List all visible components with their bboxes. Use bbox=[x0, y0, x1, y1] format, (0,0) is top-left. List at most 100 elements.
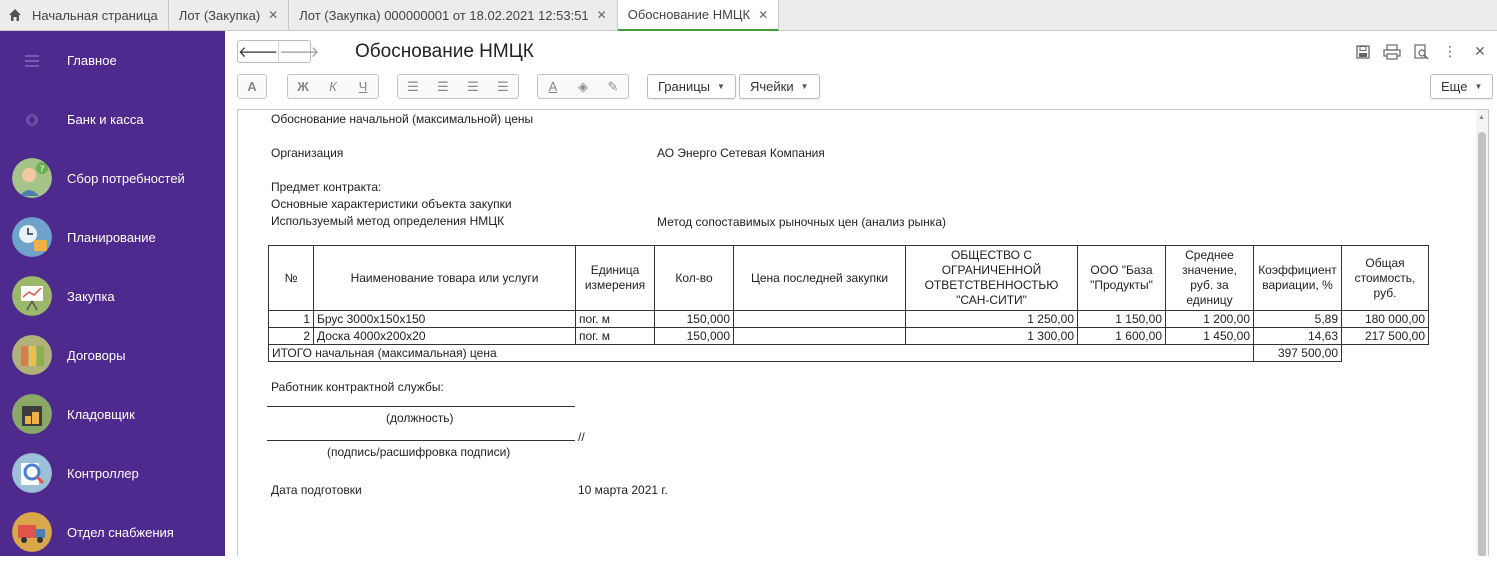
table-cell: 217 500,00 bbox=[1341, 327, 1429, 345]
align-justify-icon[interactable]: ☰ bbox=[488, 75, 518, 98]
org-value: АО Энерго Сетевая Компания bbox=[657, 146, 825, 160]
underline-button[interactable]: Ч bbox=[348, 75, 378, 98]
close-icon[interactable]: ✕ bbox=[597, 8, 607, 22]
column-header: ООО "База "Продукты" bbox=[1077, 245, 1166, 311]
more-label: Еще bbox=[1441, 79, 1468, 94]
italic-button[interactable]: К bbox=[318, 75, 348, 98]
more-vertical-icon[interactable]: ⋮ bbox=[1441, 43, 1459, 60]
chevron-down-icon: ▼ bbox=[1474, 82, 1483, 91]
table-cell: пог. м bbox=[575, 327, 655, 345]
format-toolbar: A Ж К Ч ☰ ☰ ☰ ☰ A ◈ ✎ Границы ▼ Ячейки ▼… bbox=[237, 74, 1494, 99]
vertical-scrollbar[interactable]: ▲ bbox=[1476, 110, 1488, 556]
tab-label: Лот (Закупка) 000000001 от 18.02.2021 12… bbox=[299, 7, 589, 23]
tab-home[interactable]: Начальная страница bbox=[0, 0, 169, 30]
chevron-down-icon: ▼ bbox=[800, 82, 809, 91]
borders-button[interactable]: Границы ▼ bbox=[647, 74, 736, 99]
calendar-clock-icon bbox=[12, 217, 52, 257]
sidebar-item-contracts[interactable]: Договоры bbox=[0, 326, 225, 385]
align-left-icon[interactable]: ☰ bbox=[398, 75, 428, 98]
total-value: 397 500,00 bbox=[1253, 344, 1342, 362]
sidebar-item-label: Сбор потребностей bbox=[67, 171, 185, 186]
highlight-pen-icon[interactable]: ✎ bbox=[598, 75, 628, 98]
sidebar-item-label: Главное bbox=[67, 53, 117, 68]
column-header: Цена последней закупки bbox=[733, 245, 906, 311]
history-nav: 🡐 🡒 bbox=[237, 40, 319, 63]
table-cell bbox=[733, 327, 906, 345]
sidebar-item-needs[interactable]: ? Сбор потребностей bbox=[0, 149, 225, 208]
back-arrow-icon[interactable]: 🡐 bbox=[238, 41, 278, 62]
date-value: 10 марта 2021 г. bbox=[578, 483, 668, 497]
worker-label: Работник контрактной службы: bbox=[271, 380, 444, 394]
sidebar-item-supply[interactable]: Отдел снабжения bbox=[0, 503, 225, 562]
align-right-icon[interactable]: ☰ bbox=[458, 75, 488, 98]
table-cell: 14,63 bbox=[1253, 327, 1342, 345]
characteristics-label: Основные характеристики объекта закупки bbox=[271, 197, 512, 211]
tab-bar: Начальная страница Лот (Закупка) ✕ Лот (… bbox=[0, 0, 1497, 31]
sidebar-item-planning[interactable]: Планирование bbox=[0, 208, 225, 267]
table-cell: 150,000 bbox=[654, 327, 734, 345]
sidebar-item-main[interactable]: Главное bbox=[0, 31, 225, 90]
cells-button[interactable]: Ячейки ▼ bbox=[739, 74, 820, 99]
scrollbar-thumb[interactable] bbox=[1478, 132, 1486, 556]
date-label: Дата подготовки bbox=[271, 483, 362, 497]
column-header: Наименование товара или услуги bbox=[313, 245, 576, 311]
sidebar-item-purchase[interactable]: Закупка bbox=[0, 267, 225, 326]
doc-heading: Обоснование начальной (максимальной) цен… bbox=[271, 112, 534, 126]
form-area: 🡐 🡒 Обоснование НМЦК ⋮ ✕ A Ж К Ч ☰ ☰ ☰ ☰… bbox=[225, 31, 1497, 556]
sidebar-item-storekeeper[interactable]: Кладовщик bbox=[0, 385, 225, 444]
table-cell: Брус 3000х150х150 bbox=[313, 310, 576, 328]
column-header: ОБЩЕСТВО С ОГРАНИЧЕННОЙ ОТВЕТСТВЕННОСТЬЮ… bbox=[905, 245, 1078, 311]
org-label: Организация bbox=[271, 146, 344, 160]
align-center-icon[interactable]: ☰ bbox=[428, 75, 458, 98]
spreadsheet-document[interactable]: Обоснование начальной (максимальной) цен… bbox=[237, 109, 1489, 556]
table-cell: 1 450,00 bbox=[1165, 327, 1254, 345]
sidebar-item-label: Закупка bbox=[67, 289, 115, 304]
table-total-row: ИТОГО начальная (максимальная) цена 397 … bbox=[268, 344, 1429, 362]
table-cell: 1 bbox=[268, 310, 314, 328]
sidebar-item-label: Планирование bbox=[67, 230, 156, 245]
more-button[interactable]: Еще ▼ bbox=[1430, 74, 1494, 99]
tab-label: Лот (Закупка) bbox=[178, 7, 261, 23]
table-cell: 1 150,00 bbox=[1077, 310, 1166, 328]
close-icon[interactable]: ✕ bbox=[1471, 43, 1489, 60]
text-style-group: Ж К Ч bbox=[287, 74, 379, 99]
forward-arrow-icon[interactable]: 🡒 bbox=[278, 41, 319, 62]
preview-icon[interactable] bbox=[1413, 43, 1429, 60]
person-question-icon: ? bbox=[12, 158, 52, 198]
table-row: 1 Брус 3000х150х150 пог. м 150,000 1 250… bbox=[268, 310, 1429, 328]
table-header-row: № Наименование товара или услуги Единица… bbox=[268, 245, 1429, 311]
method-label: Используемый метод определения НМЦК bbox=[271, 214, 505, 228]
table-cell: 1 300,00 bbox=[905, 327, 1078, 345]
sidebar-item-bank[interactable]: Банк и касса bbox=[0, 90, 225, 149]
color-group: A ◈ ✎ bbox=[537, 74, 629, 99]
chart-board-icon bbox=[12, 276, 52, 316]
fill-color-icon[interactable]: ◈ bbox=[568, 75, 598, 98]
table-cell: 5,89 bbox=[1253, 310, 1342, 328]
tab-nmck[interactable]: Обоснование НМЦК ✕ bbox=[617, 0, 780, 31]
save-icon[interactable] bbox=[1355, 44, 1371, 60]
signature-mark: // bbox=[578, 430, 585, 444]
font-button[interactable]: A bbox=[238, 75, 266, 98]
table-cell: 1 600,00 bbox=[1077, 327, 1166, 345]
close-icon[interactable]: ✕ bbox=[268, 8, 278, 22]
position-line bbox=[267, 406, 575, 407]
font-button-group: A bbox=[237, 74, 267, 99]
method-value: Метод сопоставимых рыночных цен (анализ … bbox=[657, 215, 946, 229]
scroll-up-icon[interactable]: ▲ bbox=[1478, 114, 1485, 121]
text-color-icon[interactable]: A bbox=[538, 75, 568, 98]
sidebar-item-controller[interactable]: Контроллер bbox=[0, 444, 225, 503]
tab-lot-document[interactable]: Лот (Закупка) 000000001 от 18.02.2021 12… bbox=[289, 0, 618, 30]
column-header: № bbox=[268, 245, 314, 311]
sidebar-item-label: Контроллер bbox=[67, 466, 139, 481]
page-title: Обоснование НМЦК bbox=[355, 41, 534, 62]
signature-caption: (подпись/расшифровка подписи) bbox=[327, 445, 511, 459]
tab-lot[interactable]: Лот (Закупка) ✕ bbox=[169, 0, 290, 30]
bold-button[interactable]: Ж bbox=[288, 75, 318, 98]
print-icon[interactable] bbox=[1383, 43, 1401, 60]
folders-icon bbox=[12, 335, 52, 375]
table-cell: 2 bbox=[268, 327, 314, 345]
sidebar: Главное Банк и касса ? Сбор потребностей… bbox=[0, 31, 225, 556]
table-cell: 150,000 bbox=[654, 310, 734, 328]
close-icon[interactable]: ✕ bbox=[758, 8, 768, 22]
table-cell: Доска 4000х200х20 bbox=[313, 327, 576, 345]
